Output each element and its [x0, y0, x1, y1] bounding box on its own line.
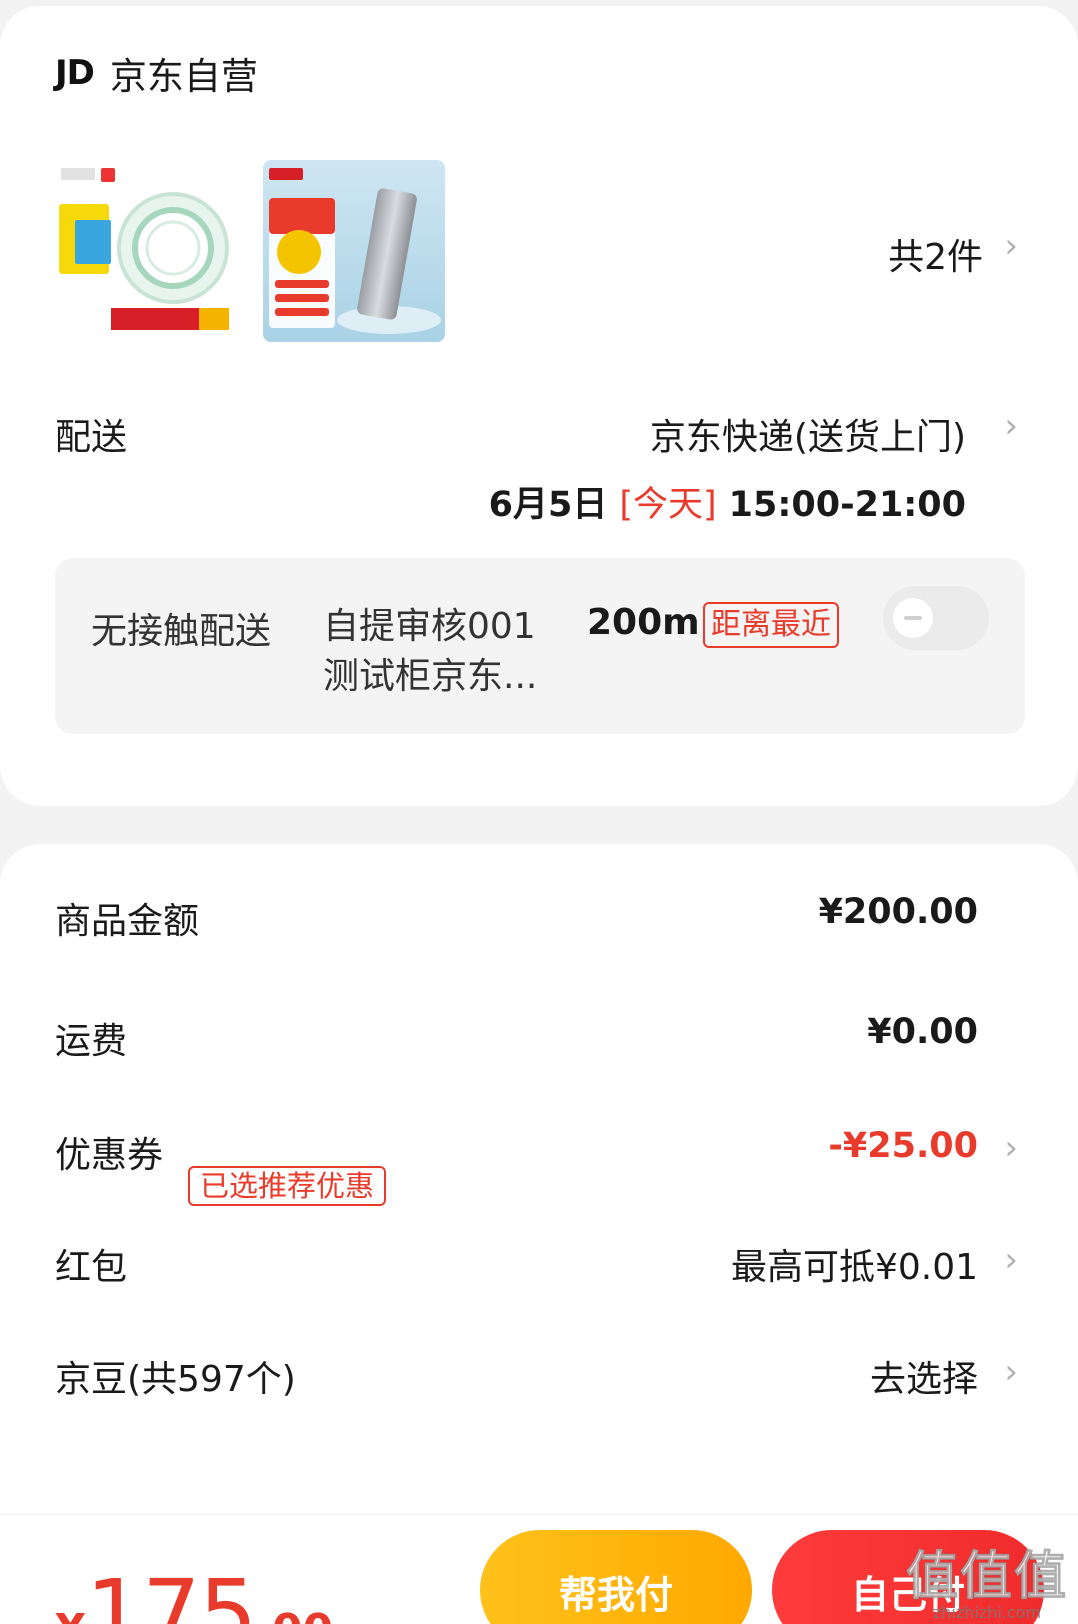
delivery-time[interactable]: 6月5日 [今天] 15:00-21:00 — [489, 476, 966, 527]
coupon-value[interactable]: -¥25.00 — [828, 1126, 978, 1166]
nearest-badge: 距离最近 — [703, 602, 839, 648]
chevron-right-icon[interactable]: › — [1004, 1240, 1018, 1280]
chevron-right-icon[interactable]: › — [1004, 406, 1018, 446]
product-thumbnail-tape[interactable] — [55, 160, 237, 342]
delivery-method[interactable]: 京东快递(送货上门) — [650, 408, 966, 460]
delivery-time-range: 15:00-21:00 — [728, 485, 966, 525]
jd-beans-label: 京豆(共597个) — [55, 1359, 296, 1400]
toggle-knob — [893, 598, 933, 638]
total-decimal: .00 — [255, 1605, 333, 1624]
shipping-label: 运费 — [55, 1021, 128, 1062]
jd-logo-icon: JD — [55, 53, 95, 93]
goods-amount-value: ¥200.00 — [818, 892, 978, 932]
total-integer: 175 — [85, 1560, 258, 1624]
watermark-text: 值值值 — [905, 1547, 1068, 1608]
product-thumbnail-ssd[interactable] — [263, 160, 445, 342]
chevron-right-icon[interactable]: › — [1004, 1128, 1018, 1168]
delivery-today-tag: [今天] — [619, 485, 717, 525]
redpacket-label: 红包 — [55, 1247, 128, 1288]
jd-beans-value[interactable]: 去选择 — [870, 1350, 978, 1402]
pickup-distance: 200m — [587, 602, 700, 643]
pickup-station-name[interactable]: 自提审核001测试柜京东... — [323, 602, 563, 702]
watermark: 值值值 zhizhizhi.com — [905, 1534, 1068, 1623]
price-summary-card — [0, 844, 1078, 1624]
coupon-label: 优惠券 — [55, 1135, 164, 1176]
product-count-label: 共2件 — [888, 237, 983, 278]
shop-name: 京东自营 — [109, 55, 258, 98]
delivery-label: 配送 — [55, 417, 128, 458]
delivery-date: 6月5日 — [488, 485, 608, 525]
help-me-pay-button[interactable]: 帮我付 — [480, 1530, 752, 1624]
shipping-value: ¥0.00 — [867, 1012, 978, 1052]
contactless-label: 无接触配送 — [91, 611, 272, 652]
contactless-toggle[interactable] — [883, 586, 989, 650]
contactless-delivery-box: 无接触配送 自提审核001测试柜京东... 200m 距离最近 — [55, 558, 1025, 734]
redpacket-value[interactable]: 最高可抵¥0.01 — [731, 1238, 978, 1290]
total-currency: ¥ — [55, 1605, 86, 1624]
chevron-right-icon[interactable]: › — [1004, 1352, 1018, 1392]
total-price: ¥175.00 — [55, 1560, 333, 1624]
product-count[interactable]: 共2件 — [888, 228, 983, 280]
goods-amount-label: 商品金额 — [55, 901, 200, 942]
chevron-right-icon[interactable]: › — [1004, 226, 1018, 266]
shop-header: JD 京东自营 — [55, 46, 258, 100]
coupon-selected-badge: 已选推荐优惠 — [188, 1166, 387, 1206]
